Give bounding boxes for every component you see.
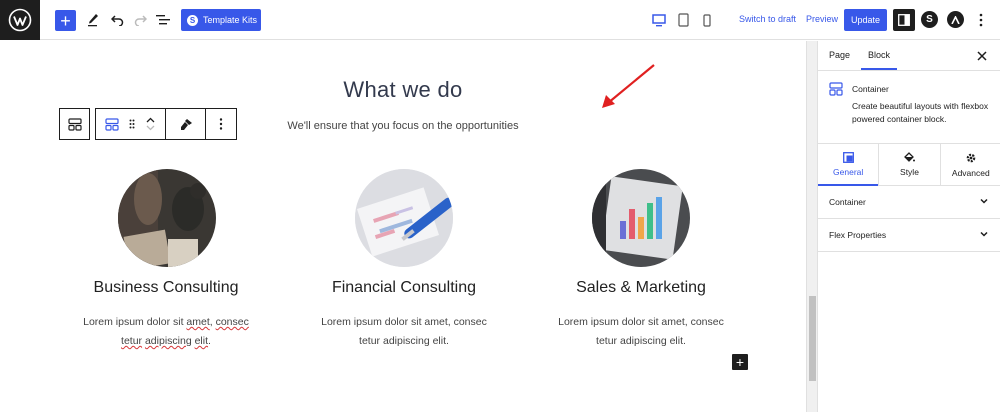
service-desc-sales-line2: tetur adipiscing elit. <box>596 335 686 347</box>
undo-icon[interactable] <box>110 10 124 30</box>
scrollbar-thumb[interactable] <box>809 296 816 381</box>
update-button[interactable]: Update <box>844 9 887 31</box>
block-card-title: Container <box>852 84 889 94</box>
move-up-icon[interactable] <box>146 117 155 123</box>
block-options-icon[interactable] <box>206 109 237 139</box>
block-card-description: Create beautiful layouts with flexbox po… <box>852 101 989 124</box>
plugin-a-icon[interactable] <box>947 11 964 28</box>
tab-general-label: General <box>833 167 864 177</box>
mobile-view-icon[interactable] <box>702 10 712 30</box>
block-toolbar-main <box>95 108 237 140</box>
editor-top-toolbar: + S Template Kits Switch to draft Previe… <box>0 0 1000 40</box>
service-desc-business-line1: Lorem ipsum dolor sit amet, consec <box>83 316 249 328</box>
annotation-arrow-icon <box>602 64 655 108</box>
container-parent-icon <box>67 117 82 131</box>
block-settings-tabs: General Style Advanced <box>818 143 1000 186</box>
canvas-scrollbar[interactable] <box>806 41 817 412</box>
service-desc-financial-line2: tetur adipiscing elit. <box>359 335 449 347</box>
container-block-icon[interactable] <box>96 117 128 131</box>
panel-flex-properties-label: Flex Properties <box>829 230 887 240</box>
document-overview-icon[interactable] <box>155 10 170 30</box>
service-desc-business-line2: tetur adipiscing elit. <box>121 335 211 347</box>
close-sidebar-icon[interactable] <box>977 47 987 64</box>
service-title-financial[interactable]: Financial Consulting <box>284 279 524 297</box>
general-settings-icon <box>842 152 854 163</box>
service-desc-financial[interactable]: Lorem ipsum dolor sit amet, consec tetur… <box>284 313 524 351</box>
pen-tool-icon[interactable] <box>86 10 100 30</box>
panel-flex-properties[interactable]: Flex Properties <box>818 219 1000 252</box>
financial-consulting-image[interactable] <box>355 169 453 267</box>
add-block-button[interactable]: + <box>55 10 76 31</box>
template-kits-icon: S <box>187 14 198 26</box>
business-consulting-image[interactable] <box>118 169 216 267</box>
desktop-view-icon[interactable] <box>652 10 666 30</box>
tab-advanced-label: Advanced <box>951 167 990 178</box>
container-block-icon <box>829 82 843 96</box>
add-block-inline-button[interactable]: + <box>732 354 748 370</box>
tablet-view-icon[interactable] <box>677 10 689 30</box>
panel-container-label: Container <box>829 197 866 207</box>
settings-sidebar-toggle-icon[interactable] <box>893 9 915 31</box>
panel-container[interactable]: Container <box>818 186 1000 219</box>
service-desc-sales-line1: Lorem ipsum dolor sit amet, consec <box>558 316 724 328</box>
service-desc-business[interactable]: Lorem ipsum dolor sit amet, consec tetur… <box>46 313 286 351</box>
switch-to-draft-button[interactable]: Switch to draft <box>739 14 796 24</box>
settings-sidebar: Page Block Container Create beautiful la… <box>817 41 1000 412</box>
section-heading[interactable]: What we do <box>0 77 806 103</box>
chevron-down-icon <box>980 198 988 204</box>
tab-advanced[interactable]: Advanced <box>941 144 1000 185</box>
move-block-controls[interactable] <box>136 109 166 139</box>
service-desc-financial-line1: Lorem ipsum dolor sit amet, consec <box>321 316 487 328</box>
style-brush-icon[interactable] <box>166 109 206 139</box>
tab-general[interactable]: General <box>818 144 880 186</box>
template-kits-button[interactable]: S Template Kits <box>181 9 261 31</box>
paint-bucket-icon <box>904 152 916 162</box>
preview-button[interactable]: Preview <box>806 14 838 24</box>
chevron-down-icon <box>980 231 988 237</box>
service-title-business[interactable]: Business Consulting <box>46 279 286 297</box>
sales-marketing-image[interactable] <box>592 169 690 267</box>
move-down-icon[interactable] <box>146 125 155 131</box>
parent-block-selector[interactable] <box>59 108 90 140</box>
drag-handle-icon[interactable] <box>128 119 136 129</box>
tab-block[interactable]: Block <box>861 50 898 70</box>
service-desc-sales[interactable]: Lorem ipsum dolor sit amet, consec tetur… <box>521 313 761 351</box>
sidebar-tabs: Page Block <box>818 41 1000 71</box>
gear-icon <box>966 153 976 162</box>
tab-style-label: Style <box>900 167 919 177</box>
more-options-icon[interactable] <box>977 10 985 30</box>
block-toolbar <box>59 108 237 140</box>
tab-style[interactable]: Style <box>879 144 941 185</box>
wordpress-logo-icon[interactable] <box>0 0 40 40</box>
redo-icon[interactable] <box>133 10 147 30</box>
editor-canvas[interactable]: What we do We'll ensure that you focus o… <box>0 41 806 412</box>
tab-page[interactable]: Page <box>829 50 850 60</box>
plugin-s-icon[interactable]: S <box>921 11 938 28</box>
service-title-sales[interactable]: Sales & Marketing <box>521 279 761 297</box>
template-kits-label: Template Kits <box>203 15 258 25</box>
